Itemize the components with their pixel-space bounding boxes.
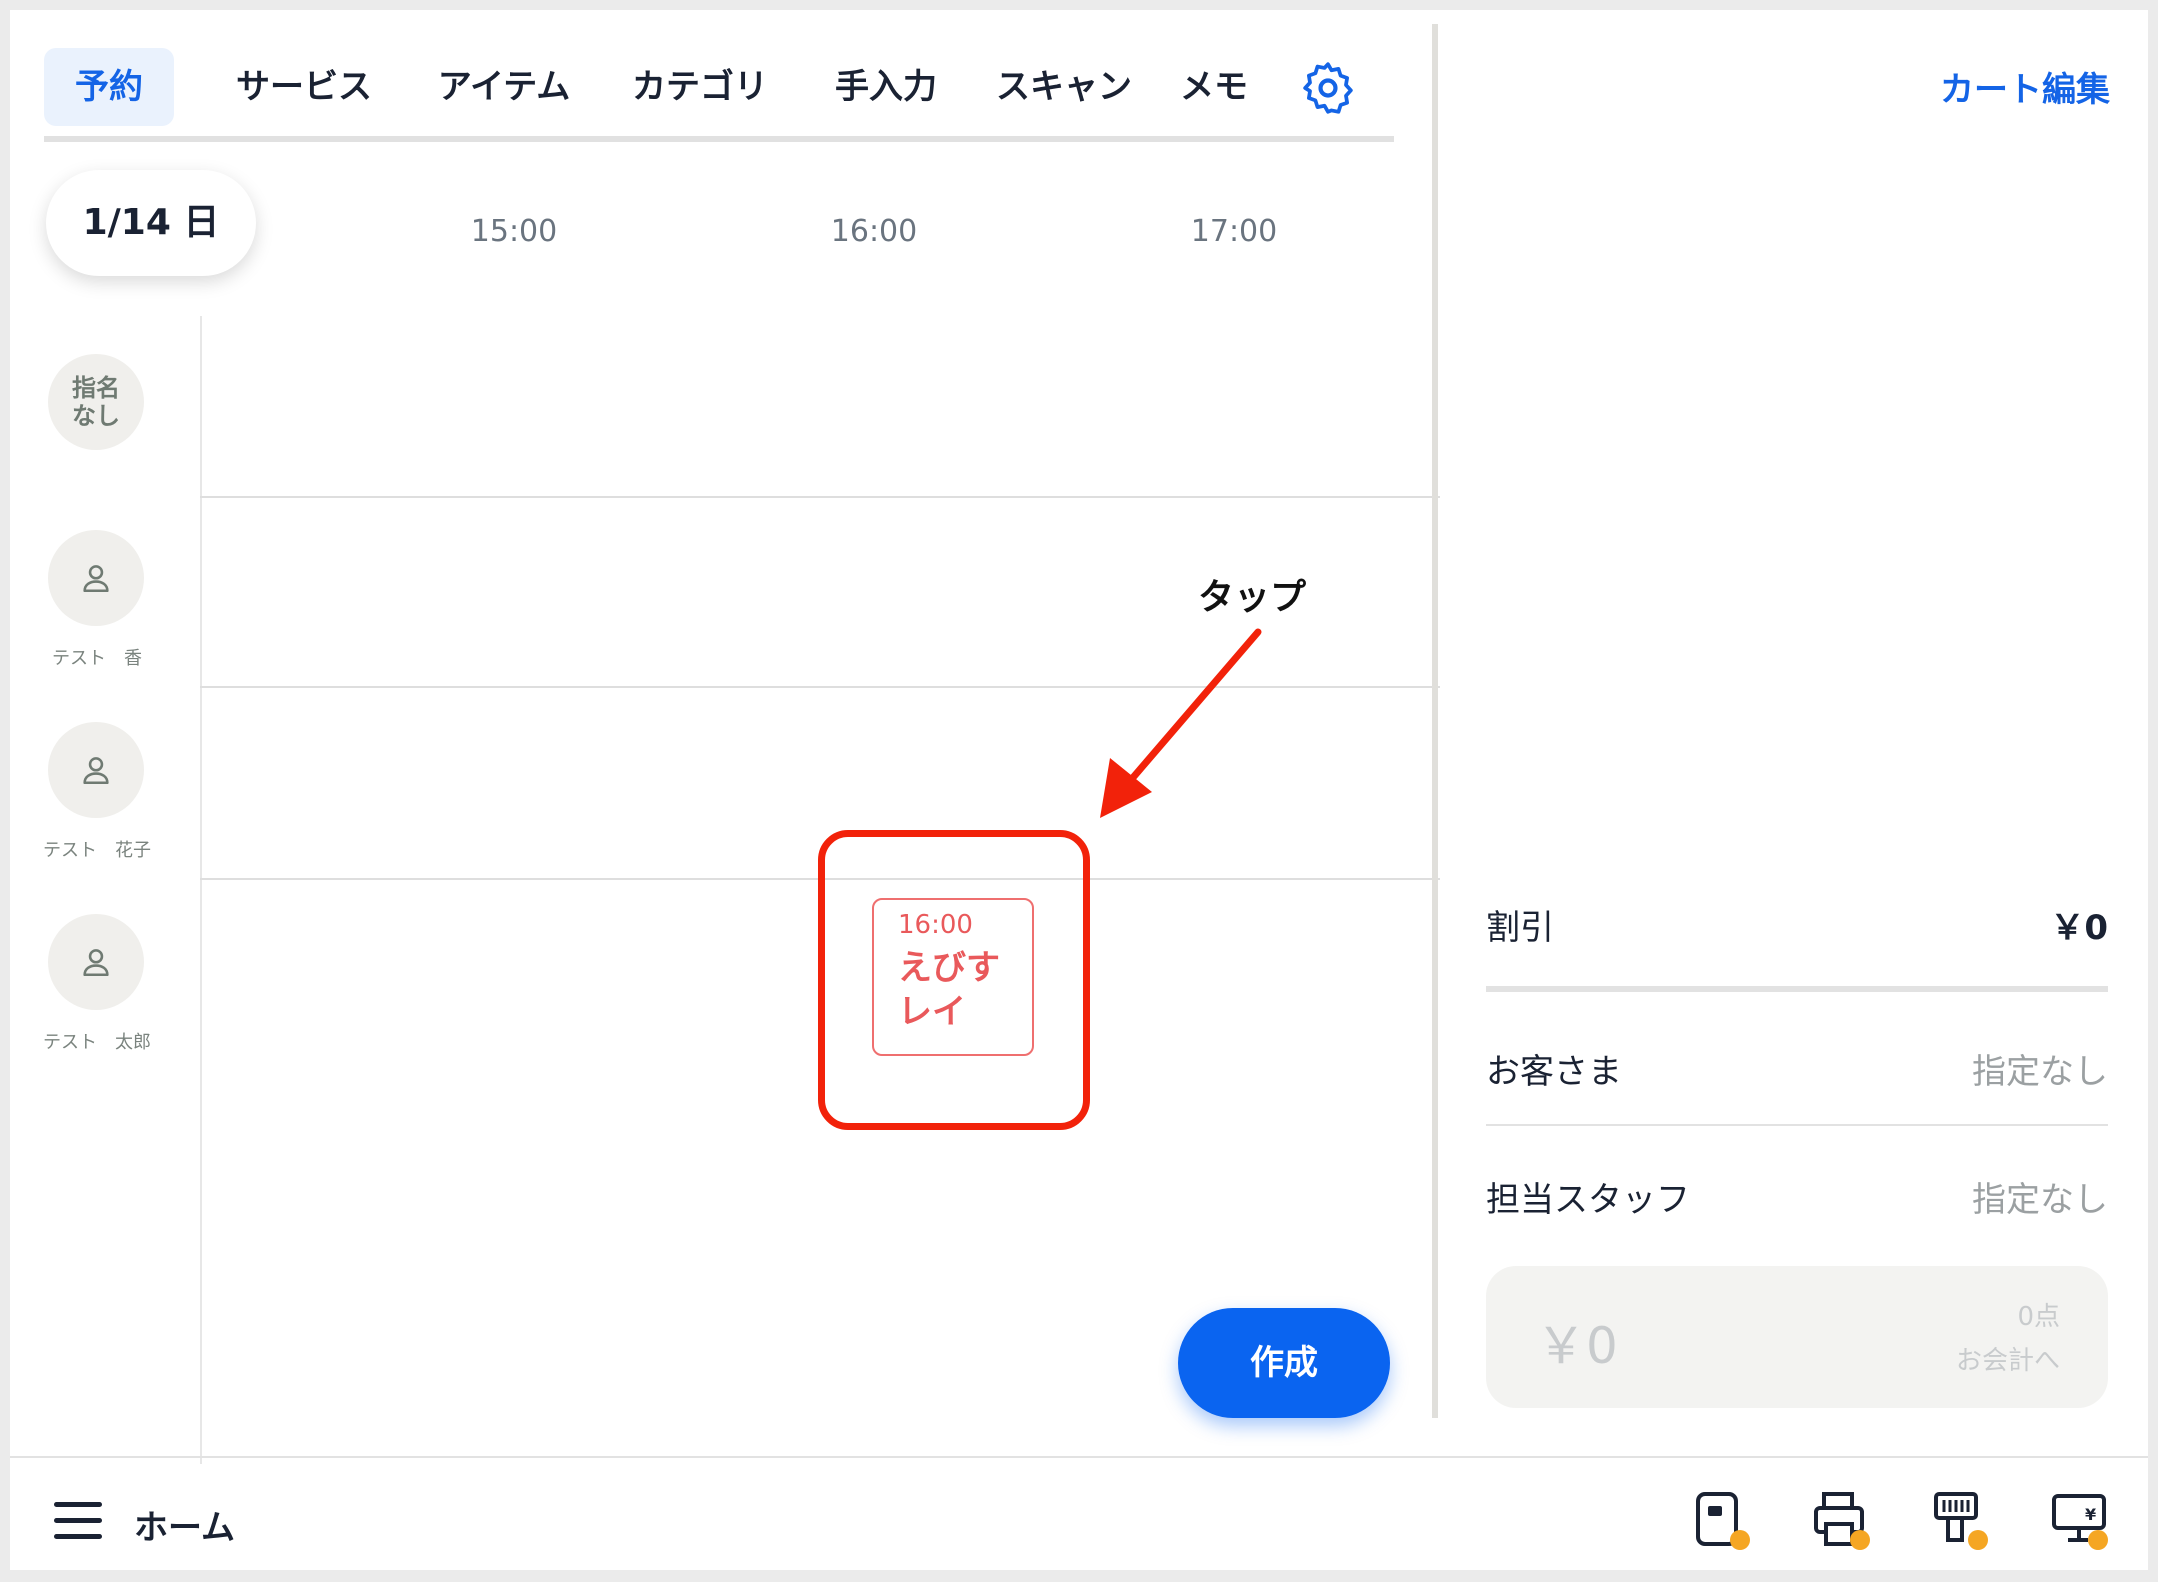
settings-gear-icon[interactable] xyxy=(1300,60,1356,116)
tap-annotation-label: タップ xyxy=(1198,577,1307,618)
hamburger-menu-icon[interactable] xyxy=(54,1500,102,1542)
staff-value: 指定なし xyxy=(1972,1180,2108,1220)
tab-service[interactable]: サービス xyxy=(204,48,404,126)
staff-name-kaori: テスト 香 xyxy=(52,648,142,669)
tap-highlight-box xyxy=(818,830,1090,1130)
checkout-label: お会計へ xyxy=(1955,1346,2060,1376)
customer-separator xyxy=(1486,1124,2108,1126)
annotation-arrow-icon xyxy=(1100,628,1262,818)
tab-bar: 予約 サービス アイテム カテゴリ 手入力 スキャン メモ xyxy=(44,48,1394,128)
discount-value: ￥0 xyxy=(2050,908,2108,948)
app-frame: 予約 サービス アイテム カテゴリ 手入力 スキャン メモ 1/14 日 15:… xyxy=(10,10,2148,1570)
staff-name-hanako: テスト 花子 xyxy=(43,840,151,861)
tabs-underline xyxy=(44,136,1394,142)
staff-avatar-hanako[interactable] xyxy=(48,722,144,818)
time-label-16: 16:00 xyxy=(830,214,918,249)
customer-display-icon[interactable]: ¥ xyxy=(2050,1490,2112,1552)
time-label-15: 15:00 xyxy=(470,214,558,249)
person-icon xyxy=(83,949,109,977)
tab-reservation[interactable]: 予約 xyxy=(44,48,174,126)
customer-row[interactable]: お客さま 指定なし xyxy=(1486,1044,2108,1093)
discount-row[interactable]: 割引 ￥0 xyxy=(1486,900,2108,949)
cart-edit-link[interactable]: カート編集 xyxy=(1940,62,2110,111)
checkout-item-count: 0点 xyxy=(2017,1302,2060,1332)
staff-avatar-kaori[interactable] xyxy=(48,530,144,626)
barcode-scanner-icon[interactable] xyxy=(1930,1490,1992,1552)
customer-value: 指定なし xyxy=(1972,1052,2108,1092)
staff-avatar-taro[interactable] xyxy=(48,914,144,1010)
person-icon xyxy=(83,565,109,593)
staff-row[interactable]: 担当スタッフ 指定なし xyxy=(1486,1172,2108,1221)
tab-category[interactable]: カテゴリ xyxy=(600,48,800,126)
tab-scan[interactable]: スキャン xyxy=(974,48,1154,126)
staff-no-preference[interactable]: 指名 なし xyxy=(48,354,144,450)
panel-divider xyxy=(1432,24,1438,1418)
person-icon xyxy=(83,757,109,785)
svg-text:¥: ¥ xyxy=(2085,1505,2096,1524)
tab-memo[interactable]: メモ xyxy=(1164,48,1264,126)
checkout-button[interactable]: ￥0 0点 お会計へ xyxy=(1486,1266,2108,1408)
row-divider xyxy=(200,496,1440,498)
create-button[interactable]: 作成 xyxy=(1178,1308,1390,1418)
schedule-left-border xyxy=(200,316,202,1464)
checkout-total: ￥0 xyxy=(1536,1317,1618,1375)
discount-label: 割引 xyxy=(1486,908,1554,948)
staff-no-preference-label: 指名 なし xyxy=(72,374,120,430)
tab-item[interactable]: アイテム xyxy=(404,48,604,126)
bottom-bar-divider xyxy=(10,1456,2148,1458)
staff-label: 担当スタッフ xyxy=(1486,1180,1690,1220)
tab-manual-input[interactable]: 手入力 xyxy=(806,48,966,126)
staff-name-taro: テスト 太郎 xyxy=(43,1032,151,1053)
discount-separator xyxy=(1486,986,2108,992)
card-reader-icon[interactable] xyxy=(1692,1490,1754,1552)
time-label-17: 17:00 xyxy=(1190,214,1278,249)
home-label[interactable]: ホーム xyxy=(134,1500,235,1549)
date-selector[interactable]: 1/14 日 xyxy=(46,170,256,276)
customer-label: お客さま xyxy=(1486,1052,1622,1092)
receipt-printer-icon[interactable] xyxy=(1812,1490,1874,1552)
